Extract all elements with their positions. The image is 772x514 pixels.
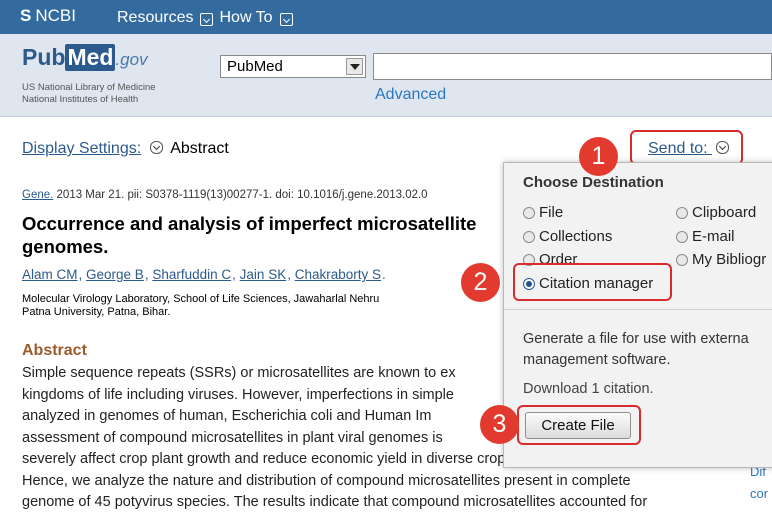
author-link[interactable]: Chakraborty S — [295, 267, 381, 282]
author-link[interactable]: George B — [86, 267, 144, 282]
radio-icon[interactable] — [676, 206, 688, 219]
choose-destination-heading: Choose Destination — [523, 174, 664, 191]
author-link[interactable]: Alam CM — [22, 267, 78, 282]
author-list: Alam CM, George B, Sharfuddin C, Jain SK… — [22, 267, 386, 282]
option-file-label[interactable]: File — [539, 204, 563, 221]
description-line-2: management software. — [523, 352, 671, 368]
logo-gov: .gov — [115, 50, 148, 69]
option-bibliography-label[interactable]: My Bibliogr — [692, 251, 766, 268]
display-settings-link[interactable]: Display Settings: — [22, 140, 141, 157]
org-line-1: US National Library of Medicine — [22, 82, 156, 93]
citation-details: 2013 Mar 21. pii: S0378-1119(13)00277-1.… — [53, 189, 428, 201]
create-file-highlight — [517, 405, 641, 445]
ncbi-label: NCBI — [35, 6, 76, 25]
option-email[interactable]: E-mail — [676, 228, 735, 245]
resources-menu[interactable]: Resources — [117, 9, 193, 27]
option-file[interactable]: File — [523, 204, 563, 221]
title-line-2: genomes. — [22, 236, 109, 257]
option-clipboard-label[interactable]: Clipboard — [692, 204, 756, 221]
pubmed-header: PubMed .gov US National Library of Medici… — [0, 34, 772, 117]
download-count: Download 1 citation. — [523, 381, 654, 397]
option-collections-label[interactable]: Collections — [539, 228, 612, 245]
journal-link[interactable]: Gene. — [22, 189, 53, 201]
right-edge-text: cor — [750, 486, 769, 501]
chevron-down-icon[interactable] — [149, 141, 163, 154]
advanced-search-link[interactable]: Advanced — [375, 86, 446, 104]
howto-menu[interactable]: How To — [219, 9, 272, 27]
author-link[interactable]: Jain SK — [240, 267, 287, 282]
search-input[interactable] — [373, 53, 772, 80]
dropdown-arrow-icon[interactable] — [346, 58, 363, 75]
step-badge-2: 2 — [461, 263, 500, 302]
abstract-line: Hence, we analyze the nature and distrib… — [22, 472, 631, 489]
pubmed-logo[interactable]: PubMed .gov — [22, 44, 148, 71]
radio-icon[interactable] — [523, 206, 535, 219]
top-nav: Resources How To — [117, 9, 295, 27]
author-link[interactable]: Sharfuddin C — [152, 267, 231, 282]
option-email-label[interactable]: E-mail — [692, 228, 735, 245]
abstract-line: genome of 45 potyvirus species. The resu… — [22, 494, 648, 510]
chevron-down-icon[interactable] — [200, 12, 214, 26]
step-badge-3: 3 — [480, 405, 519, 444]
org-line-2: National Institutes of Health — [22, 94, 139, 105]
ncbi-logo-icon: S — [20, 6, 32, 25]
display-settings: Display Settings: Abstract — [22, 140, 229, 158]
citation-line: Gene. 2013 Mar 21. pii: S0378-1119(13)00… — [22, 189, 428, 201]
ncbi-logo[interactable]: S NCBI — [20, 6, 76, 26]
affiliation-line-1: Molecular Virology Laboratory, School of… — [22, 293, 380, 305]
database-select[interactable]: PubMed — [220, 55, 366, 78]
step-badge-1: 1 — [579, 137, 618, 176]
citation-manager-highlight — [513, 263, 672, 301]
database-select-value: PubMed — [227, 58, 283, 75]
org-text: US National Library of Medicine National… — [22, 82, 156, 106]
option-bibliography[interactable]: My Bibliogr — [676, 251, 766, 268]
ncbi-top-bar: S NCBI Resources How To — [0, 0, 772, 34]
description-line-1: Generate a file for use with externa — [523, 331, 749, 347]
panel-divider — [504, 309, 772, 310]
article-title: Occurrence and analysis of imperfect mic… — [22, 212, 512, 258]
title-line-1: Occurrence and analysis of imperfect mic… — [22, 213, 477, 234]
display-settings-value: Abstract — [170, 140, 229, 157]
chevron-down-icon[interactable] — [279, 12, 293, 26]
logo-med: Med — [65, 44, 116, 71]
affiliation-line-2: Patna University, Patna, Bihar. — [22, 306, 171, 318]
radio-icon[interactable] — [523, 230, 535, 243]
option-clipboard[interactable]: Clipboard — [676, 204, 756, 221]
abstract-heading: Abstract — [22, 342, 87, 359]
affiliation: Molecular Virology Laboratory, School of… — [22, 293, 502, 319]
panel-description: Generate a file for use with externa man… — [523, 329, 749, 371]
logo-pub: Pub — [22, 44, 66, 70]
radio-icon[interactable] — [676, 253, 688, 266]
send-to-highlight — [630, 130, 743, 165]
option-collections[interactable]: Collections — [523, 228, 612, 245]
radio-icon[interactable] — [676, 230, 688, 243]
